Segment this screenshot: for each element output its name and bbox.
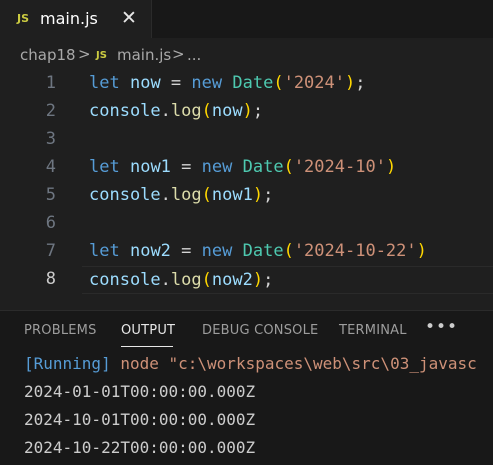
code-text: let now = new Date('2024');: [89, 73, 366, 93]
tab-terminal[interactable]: TERMINAL: [339, 323, 407, 338]
javascript-file-icon: JS: [96, 50, 107, 61]
run-command: node "c:\workspaces\web\src\03_javasc: [120, 354, 477, 373]
chevron-right-icon: >: [78, 45, 91, 63]
active-tab-indicator: [121, 346, 173, 347]
breadcrumb-folder[interactable]: chap18: [20, 46, 76, 64]
more-actions-icon[interactable]: •••: [425, 317, 458, 337]
bottom-panel: PROBLEMS OUTPUT DEBUG CONSOLE TERMINAL •…: [0, 310, 493, 465]
code-text: console.log(now1);: [89, 185, 274, 205]
output-line: 2024-10-01T00:00:00.000Z: [24, 410, 256, 429]
code-text: let now1 = new Date('2024-10'): [89, 157, 397, 177]
editor-tab-bar: JS main.js ✕: [0, 0, 493, 38]
code-line[interactable]: 7 let now2 = new Date('2024-10-22'): [0, 238, 493, 266]
line-number: 6: [45, 213, 56, 233]
code-line-current[interactable]: 8 console.log(now2);: [0, 266, 493, 294]
code-text: console.log(now);: [89, 101, 264, 121]
line-number: 8: [45, 269, 56, 289]
line-number: 1: [45, 73, 56, 93]
code-text: let now2 = new Date('2024-10-22'): [89, 241, 427, 261]
tab-filename: main.js: [40, 9, 98, 28]
tab-debug-console[interactable]: DEBUG CONSOLE: [202, 323, 318, 338]
code-line[interactable]: 4 let now1 = new Date('2024-10'): [0, 154, 493, 182]
close-icon[interactable]: ✕: [121, 6, 137, 30]
running-tag: [Running]: [24, 354, 111, 373]
line-number: 5: [45, 185, 56, 205]
javascript-file-icon: JS: [17, 12, 30, 25]
line-number: 7: [45, 241, 56, 261]
line-number: 3: [45, 129, 56, 149]
output-line: 2024-01-01T00:00:00.000Z: [24, 382, 256, 401]
code-line[interactable]: 5 console.log(now1);: [0, 182, 493, 210]
output-line: 2024-10-22T00:00:00.000Z: [24, 438, 256, 457]
line-number: 4: [45, 157, 56, 177]
code-line[interactable]: 2 console.log(now);: [0, 98, 493, 126]
tab-output[interactable]: OUTPUT: [121, 323, 175, 338]
output-running-line: [Running] node "c:\workspaces\web\src\03…: [24, 354, 477, 373]
line-number: 2: [45, 101, 56, 121]
code-editor[interactable]: 1 let now = new Date('2024'); 2 console.…: [0, 70, 493, 310]
tab-main-js[interactable]: JS main.js ✕: [0, 0, 152, 38]
chevron-right-icon: >: [172, 45, 185, 63]
tab-problems[interactable]: PROBLEMS: [24, 323, 97, 338]
breadcrumb: chap18 > JS main.js > ...: [0, 38, 493, 70]
code-line[interactable]: 6: [0, 210, 493, 238]
code-line[interactable]: 1 let now = new Date('2024');: [0, 70, 493, 98]
code-line[interactable]: 3: [0, 126, 493, 154]
code-text: console.log(now2);: [89, 270, 274, 290]
breadcrumb-more[interactable]: ...: [187, 46, 201, 64]
breadcrumb-file[interactable]: main.js: [117, 46, 171, 64]
